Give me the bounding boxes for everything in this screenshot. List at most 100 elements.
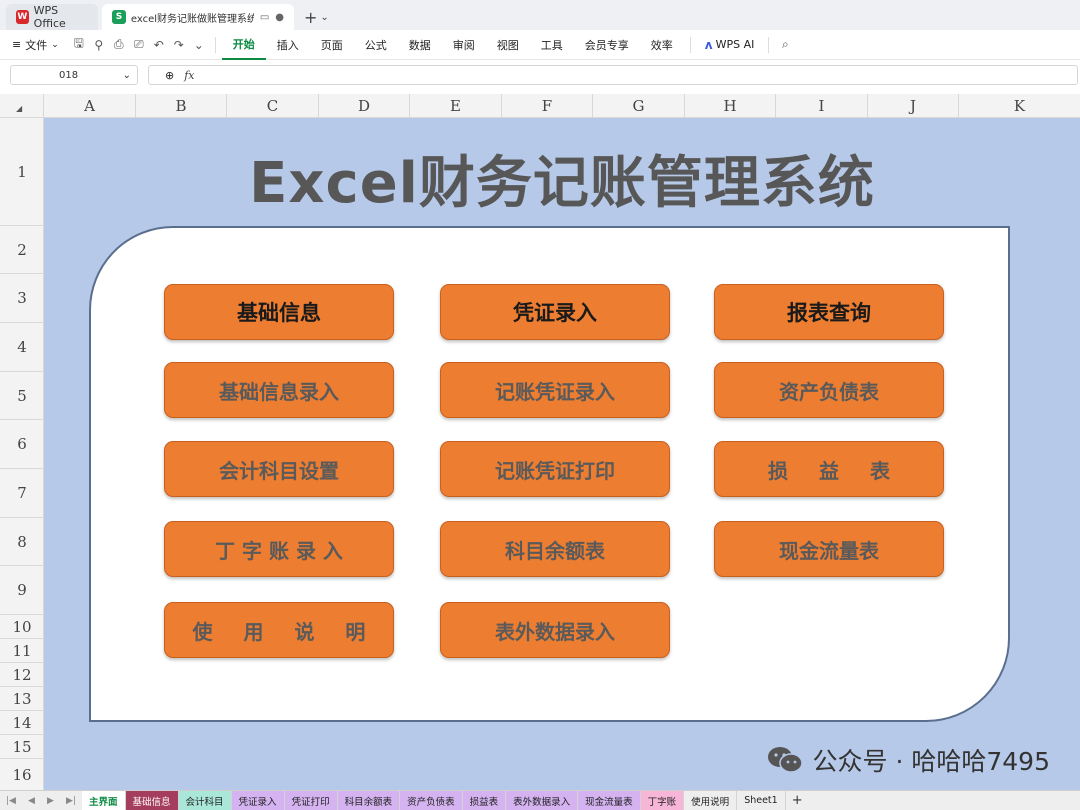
voucher-entry-header-button[interactable]: 凭证录入	[440, 284, 670, 340]
menu-panel: 基础信息 基础信息录入 会计科目设置 丁 字 账 录 入 使 用 说 明 凭证录…	[89, 226, 1010, 722]
sheet-tab[interactable]: 科目余额表	[337, 790, 401, 810]
wps-ai-button[interactable]: ᴧ WPS AI	[697, 38, 763, 52]
row-header-3[interactable]: 3	[0, 274, 44, 323]
t-account-entry-button[interactable]: 丁 字 账 录 入	[164, 521, 394, 577]
sheet-tab[interactable]: Sheet1	[737, 790, 786, 810]
prev-sheet-icon[interactable]: ◀	[28, 796, 35, 806]
print-icon[interactable]: ⎙	[109, 35, 129, 55]
column-header-i[interactable]: I	[776, 94, 868, 118]
row-header-4[interactable]: 4	[0, 323, 44, 372]
row-header-9[interactable]: 9	[0, 566, 44, 615]
sheet-tab[interactable]: 基础信息	[125, 790, 179, 810]
menu-item-formula[interactable]: 公式	[354, 30, 398, 60]
row-header-8[interactable]: 8	[0, 518, 44, 566]
new-tab-button[interactable]: + ⌄	[298, 4, 335, 30]
sheet-tab[interactable]: 会计科目	[178, 790, 232, 810]
row-header-13[interactable]: 13	[0, 687, 44, 711]
chevron-down-icon[interactable]: ⌄	[123, 70, 131, 81]
next-sheet-icon[interactable]: ▶	[47, 796, 54, 806]
menu-item-member[interactable]: 会员专享	[574, 30, 640, 60]
add-sheet-icon[interactable]: +	[786, 793, 809, 808]
row-header-5[interactable]: 5	[0, 372, 44, 420]
search-icon[interactable]: ⌕	[775, 35, 795, 55]
row-headers: 1 2 3 4 5 6 7 8 9 10 11 12 13 14 15 16	[0, 118, 44, 790]
column-header-h[interactable]: H	[685, 94, 776, 118]
last-sheet-icon[interactable]: ▶|	[66, 796, 76, 806]
column-header-e[interactable]: E	[410, 94, 502, 118]
save-icon[interactable]: 🖫	[69, 35, 89, 55]
voucher-entry-button[interactable]: 记账凭证录入	[440, 362, 670, 418]
chevron-down-icon[interactable]: ⌄	[189, 35, 209, 55]
menu-item-view[interactable]: 视图	[486, 30, 530, 60]
sheet-tab[interactable]: 丁字账	[640, 790, 685, 810]
fx-icon[interactable]: fx	[184, 69, 194, 82]
row-header-14[interactable]: 14	[0, 711, 44, 735]
divider	[768, 36, 770, 53]
zoom-icon[interactable]: ⊕	[165, 69, 174, 82]
first-sheet-icon[interactable]: |◀	[6, 796, 16, 806]
sheet-tab[interactable]: 使用说明	[684, 790, 738, 810]
row-header-10[interactable]: 10	[0, 615, 44, 639]
user-guide-button[interactable]: 使 用 说 明	[164, 602, 394, 658]
row-header-6[interactable]: 6	[0, 420, 44, 469]
menu-item-data[interactable]: 数据	[398, 30, 442, 60]
sheet-tab[interactable]: 凭证录入	[231, 790, 285, 810]
redo-icon[interactable]: ↷	[169, 35, 189, 55]
tab-document[interactable]: S excel财务记账做账管理系统 ▭ ●	[102, 4, 294, 30]
voucher-print-button[interactable]: 记账凭证打印	[440, 441, 670, 497]
chevron-down-icon: ⌄	[51, 39, 59, 50]
menu-item-insert[interactable]: 插入	[266, 30, 310, 60]
column-header-k[interactable]: K	[959, 94, 1080, 118]
sheet-tab[interactable]: 表外数据录入	[506, 790, 579, 810]
row-header-11[interactable]: 11	[0, 639, 44, 663]
chevron-down-icon[interactable]: ⌄	[320, 12, 328, 23]
row-header-7[interactable]: 7	[0, 469, 44, 518]
column-header-c[interactable]: C	[227, 94, 319, 118]
menu-item-home[interactable]: 开始	[221, 30, 266, 60]
cash-flow-button[interactable]: 现金流量表	[714, 521, 944, 577]
column-header-g[interactable]: G	[593, 94, 685, 118]
income-statement-button[interactable]: 损 益 表	[714, 441, 944, 497]
sheet-tab[interactable]: 主界面	[82, 790, 126, 810]
row-header-2[interactable]: 2	[0, 226, 44, 274]
print-preview-icon[interactable]: ⎚	[129, 35, 149, 55]
tab-wps-office[interactable]: W WPS Office	[6, 4, 98, 30]
basic-info-entry-button[interactable]: 基础信息录入	[164, 362, 394, 418]
sheet-tab[interactable]: 现金流量表	[578, 790, 641, 810]
monitor-icon[interactable]: ▭	[260, 12, 269, 23]
file-menu[interactable]: ≡ 文件 ⌄	[12, 37, 59, 53]
name-box[interactable]: 018 ⌄	[10, 65, 138, 85]
balance-sheet-button[interactable]: 资产负债表	[714, 362, 944, 418]
account-settings-button[interactable]: 会计科目设置	[164, 441, 394, 497]
sheet-tab[interactable]: 凭证打印	[284, 790, 338, 810]
wps-ai-icon: ᴧ	[704, 37, 713, 52]
undo-icon[interactable]: ↶	[149, 35, 169, 55]
column-headers: A B C D E F G H I J K	[44, 94, 1080, 118]
column-header-d[interactable]: D	[319, 94, 410, 118]
column-header-b[interactable]: B	[136, 94, 227, 118]
off-sheet-data-entry-button[interactable]: 表外数据录入	[440, 602, 670, 658]
row-header-1[interactable]: 1	[0, 118, 44, 226]
row-header-16[interactable]: 16	[0, 759, 44, 790]
row-header-12[interactable]: 12	[0, 663, 44, 687]
sheet-tab[interactable]: 损益表	[462, 790, 507, 810]
select-all-corner[interactable]: ◢	[0, 94, 44, 118]
report-query-header-button[interactable]: 报表查询	[714, 284, 944, 340]
basic-info-header-button[interactable]: 基础信息	[164, 284, 394, 340]
menu-item-review[interactable]: 审阅	[442, 30, 486, 60]
column-header-a[interactable]: A	[44, 94, 136, 118]
link-icon[interactable]: ⚲	[89, 35, 109, 55]
menu-item-tools[interactable]: 工具	[530, 30, 574, 60]
menu-item-page[interactable]: 页面	[310, 30, 354, 60]
formula-input[interactable]: ⊕ fx	[148, 65, 1078, 85]
menu-item-efficiency[interactable]: 效率	[640, 30, 684, 60]
row-header-15[interactable]: 15	[0, 735, 44, 759]
close-dot-icon[interactable]: ●	[275, 12, 284, 23]
account-balance-button[interactable]: 科目余额表	[440, 521, 670, 577]
wechat-icon	[767, 747, 803, 773]
divider	[214, 36, 216, 53]
column-header-f[interactable]: F	[502, 94, 593, 118]
sheet-tab[interactable]: 资产负债表	[400, 790, 463, 810]
column-header-j[interactable]: J	[868, 94, 959, 118]
spreadsheet-grid[interactable]: ◢ A B C D E F G H I J K 1 2 3 4 5 6 7 8 …	[0, 94, 1080, 790]
